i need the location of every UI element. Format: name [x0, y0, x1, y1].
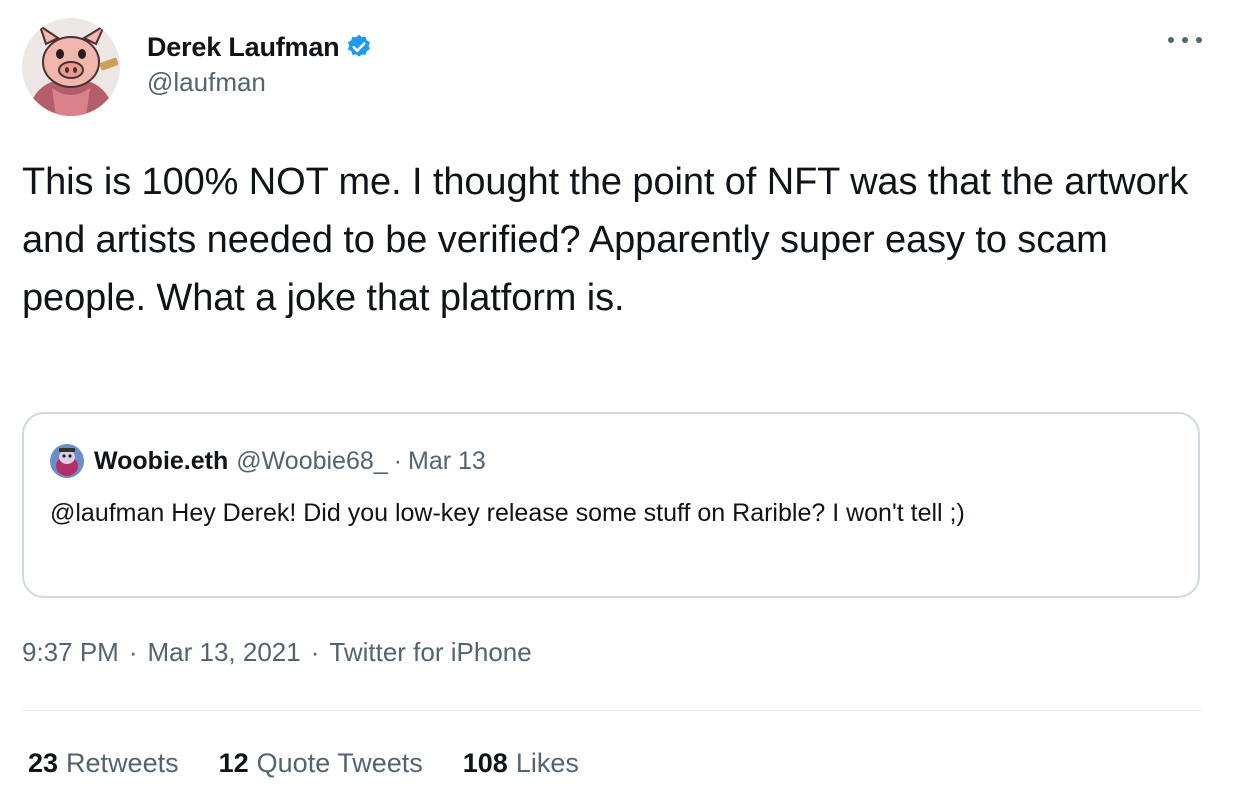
divider	[22, 710, 1202, 711]
tweet-meta: 9:37 PM · Mar 13, 2021 · Twitter for iPh…	[22, 637, 532, 668]
quoted-tweet[interactable]: Woobie.eth @Woobie68_ · Mar 13 @laufman …	[22, 412, 1200, 598]
likes-stat[interactable]: 108 Likes	[463, 748, 579, 779]
tweet-source[interactable]: Twitter for iPhone	[329, 637, 531, 668]
meta-separator: ·	[128, 637, 138, 667]
author-avatar[interactable]	[22, 18, 120, 116]
author-block: Derek Laufman @laufman	[147, 29, 373, 98]
tweet-card: Derek Laufman @laufman This is 100% NOT …	[0, 0, 1235, 810]
stat-label: Likes	[515, 748, 579, 778]
quoted-author-avatar	[50, 444, 84, 478]
woobie-avatar-icon	[50, 444, 84, 478]
quoted-separator: ·	[393, 446, 402, 475]
quoted-display-name: Woobie.eth	[94, 446, 229, 475]
quoted-date: Mar 13	[408, 446, 486, 475]
stat-count: 108	[462, 748, 508, 778]
stat-count: 12	[218, 748, 249, 778]
pig-character-avatar-icon	[22, 18, 120, 116]
tweet-text: This is 100% NOT me. I thought the point…	[22, 161, 1189, 319]
tweet-time[interactable]: 9:37 PM	[22, 637, 119, 668]
tweet-date[interactable]: Mar 13, 2021	[148, 637, 301, 668]
more-options-icon[interactable]	[1168, 30, 1202, 50]
stat-label: Quote Tweets	[256, 748, 423, 778]
meta-separator: ·	[310, 637, 320, 667]
quoted-handle: @Woobie68_	[236, 446, 388, 475]
verified-badge-icon	[345, 33, 373, 61]
tweet-stats: 23 Retweets 12 Quote Tweets 108 Likes	[28, 748, 619, 779]
author-display-name[interactable]: Derek Laufman	[147, 32, 340, 63]
quote-tweets-stat[interactable]: 12 Quote Tweets	[219, 748, 423, 779]
stat-count: 23	[28, 748, 59, 778]
author-handle[interactable]: @laufman	[147, 67, 373, 98]
quoted-text: @laufman Hey Derek! Did you low-key rele…	[50, 499, 965, 527]
stat-label: Retweets	[66, 748, 179, 778]
retweets-stat[interactable]: 23 Retweets	[28, 748, 179, 779]
